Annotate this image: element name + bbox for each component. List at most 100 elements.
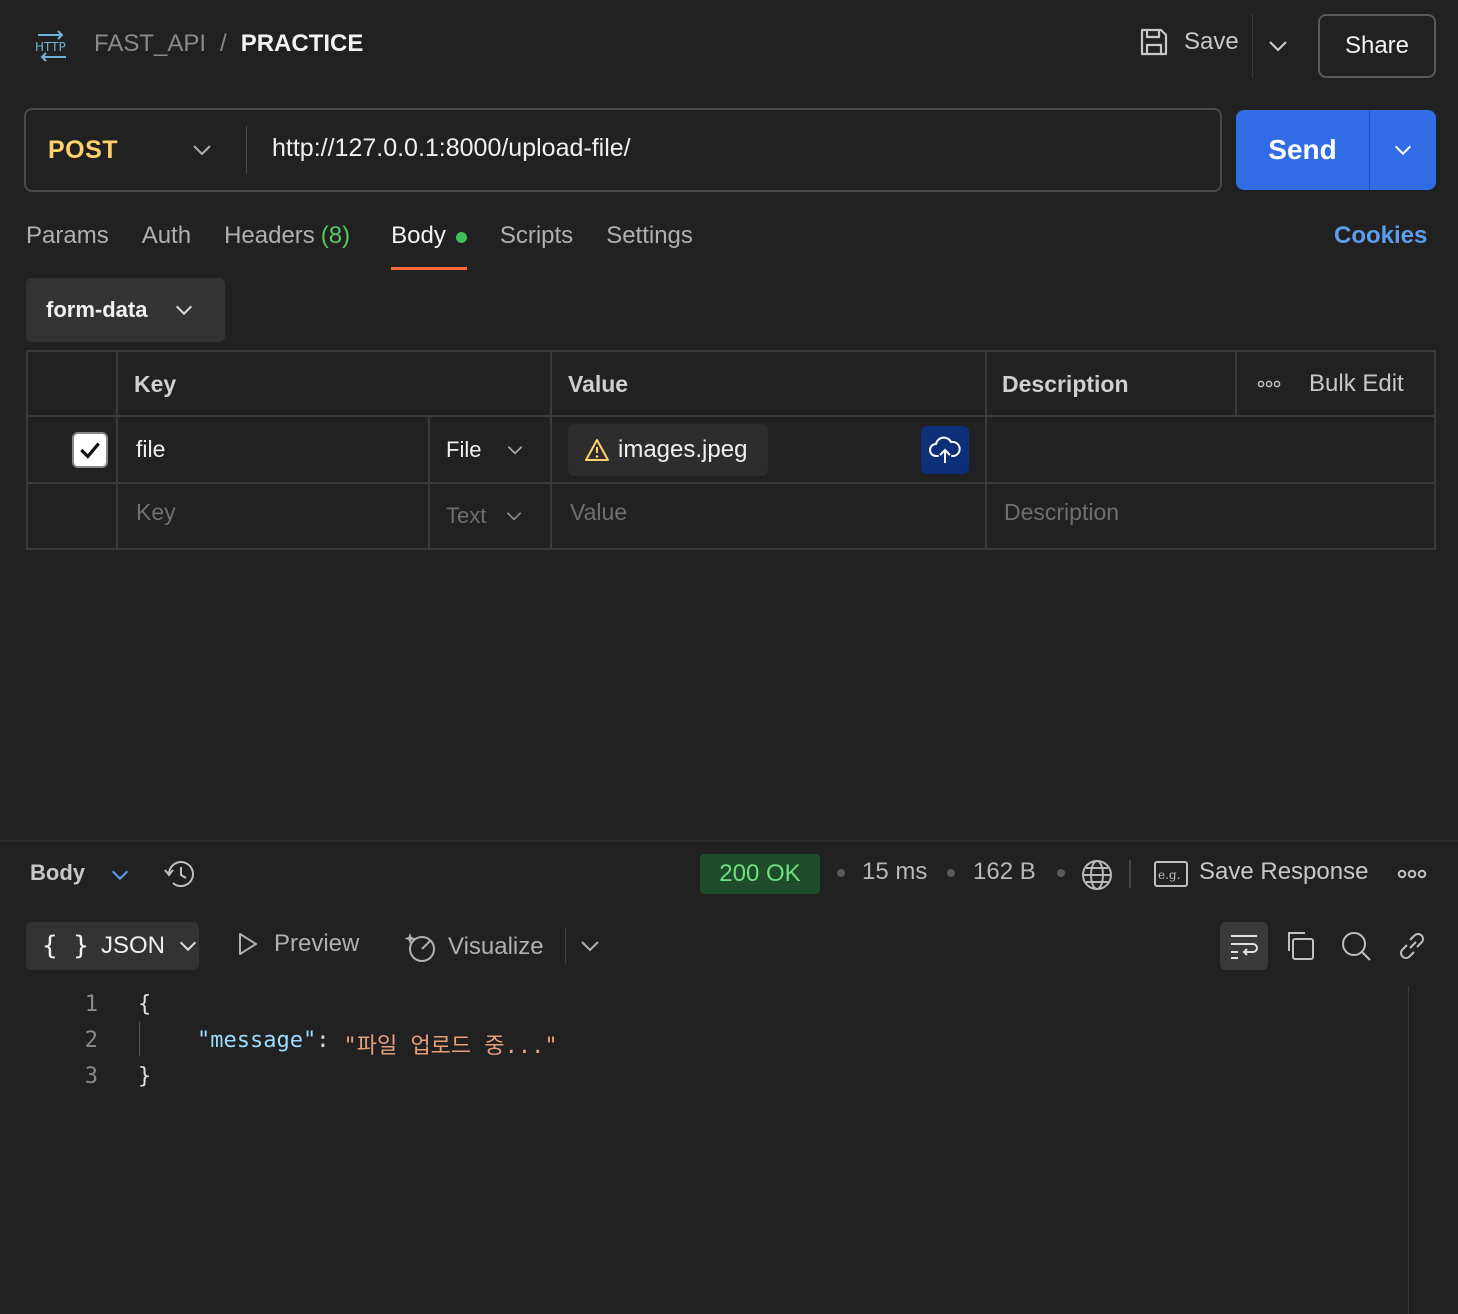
tab-settings[interactable]: Settings — [606, 222, 693, 270]
separator-dot — [947, 869, 955, 877]
body-mode-label: form-data — [46, 297, 148, 322]
tab-label: Body — [391, 222, 446, 249]
tab-scripts[interactable]: Scripts — [500, 222, 573, 270]
method-chevron-down-icon[interactable] — [190, 138, 214, 162]
line-number: 3 — [84, 1064, 98, 1089]
code-line-message: "message" : "파일 업로드 중..." — [197, 1028, 558, 1060]
tab-params[interactable]: Params — [26, 222, 109, 270]
row-type-select[interactable]: File — [446, 437, 525, 463]
tab-body[interactable]: Body — [391, 222, 467, 270]
scrollbar-track[interactable] — [1408, 986, 1409, 1314]
separator-dot — [1057, 869, 1065, 877]
http-icon: HTTP — [34, 30, 70, 62]
chevron-down-icon — [505, 440, 525, 460]
chevron-down-icon — [173, 299, 195, 321]
column-header-value: Value — [568, 371, 629, 397]
table-divider — [1235, 350, 1237, 416]
method-select[interactable]: POST — [48, 136, 118, 165]
table-divider — [26, 482, 1436, 484]
link-icon[interactable] — [1396, 930, 1428, 962]
table-divider — [26, 415, 1436, 417]
save-divider — [1252, 14, 1253, 78]
url-input[interactable]: http://127.0.0.1:8000/upload-file/ — [272, 134, 631, 163]
braces-icon: { } — [42, 931, 89, 961]
breadcrumb-collection[interactable]: FAST_API — [94, 30, 206, 58]
toolbar-divider — [1129, 860, 1131, 888]
tab-label: Settings — [606, 222, 693, 249]
history-icon[interactable] — [163, 858, 197, 890]
response-time[interactable]: 15 ms — [862, 858, 927, 886]
response-section-chevron-down-icon[interactable] — [108, 864, 132, 886]
visualize-button[interactable]: Visualize — [404, 930, 544, 964]
globe-icon[interactable] — [1080, 858, 1114, 892]
tab-label: Headers — [224, 222, 315, 249]
separator-dot — [837, 869, 845, 877]
code-line-open-brace: { — [138, 992, 152, 1017]
toolbar-divider — [565, 928, 566, 964]
more-options-icon[interactable] — [1397, 867, 1427, 881]
send-button-group: Send — [1236, 110, 1436, 190]
save-options-chevron-down-icon[interactable] — [1266, 34, 1290, 58]
response-size[interactable]: 162 B — [973, 858, 1036, 886]
save-button[interactable]: Save — [1138, 26, 1239, 58]
visualize-icon — [404, 930, 438, 964]
save-response-button[interactable]: Save Response — [1199, 858, 1368, 886]
line-number: 2 — [84, 1028, 98, 1053]
tab-auth[interactable]: Auth — [142, 222, 191, 270]
breadcrumb: FAST_API / PRACTICE — [94, 30, 363, 58]
wrap-lines-icon[interactable] — [1220, 922, 1268, 970]
example-icon[interactable]: e.g. — [1154, 861, 1188, 887]
chevron-down-icon — [177, 935, 199, 957]
indent-guide — [139, 1022, 140, 1056]
share-button[interactable]: Share — [1318, 14, 1436, 78]
breadcrumb-request-name[interactable]: PRACTICE — [241, 30, 364, 58]
body-modified-dot — [455, 232, 467, 243]
new-row-value-input[interactable]: Value — [570, 499, 627, 526]
bulk-edit-button[interactable]: Bulk Edit — [1309, 370, 1404, 398]
new-row-key-input[interactable]: Key — [136, 499, 176, 526]
line-number: 1 — [84, 992, 98, 1017]
save-label: Save — [1184, 28, 1239, 55]
table-divider — [428, 416, 430, 550]
tab-label: Auth — [141, 222, 192, 249]
tab-label: Params — [26, 222, 109, 249]
send-options-chevron-down-icon[interactable] — [1370, 110, 1436, 190]
preview-label: Preview — [274, 930, 360, 957]
file-name: images.jpeg — [618, 436, 748, 463]
file-chip[interactable]: images.jpeg — [568, 424, 768, 476]
copy-icon[interactable] — [1284, 930, 1316, 962]
headers-count-badge: (8) — [320, 222, 351, 249]
new-row-type-select[interactable]: Text — [446, 503, 524, 529]
play-icon — [234, 931, 260, 957]
visualize-chevron-down-icon[interactable] — [578, 934, 602, 958]
status-badge[interactable]: 200 OK — [700, 854, 820, 894]
row-enabled-checkbox[interactable] — [72, 432, 108, 468]
table-divider — [550, 350, 552, 550]
request-tabs: Params Auth Headers (8) Body Scripts Sett… — [26, 222, 693, 270]
visualize-label: Visualize — [448, 933, 544, 960]
preview-button[interactable]: Preview — [234, 930, 359, 958]
new-row-description-input[interactable]: Description — [1004, 499, 1119, 526]
more-options-icon[interactable] — [1257, 378, 1281, 390]
cookies-link[interactable]: Cookies — [1334, 222, 1427, 250]
response-format-dropdown[interactable]: { } JSON — [26, 922, 199, 970]
json-string-value: "파일 업로드 중..." — [343, 1034, 558, 1059]
row-type-label: File — [446, 437, 482, 462]
svg-text:HTTP: HTTP — [35, 40, 66, 54]
url-divider — [246, 126, 247, 174]
search-icon[interactable] — [1340, 930, 1372, 962]
save-icon — [1138, 26, 1170, 58]
column-header-description: Description — [1002, 371, 1129, 397]
chevron-down-icon — [504, 506, 524, 526]
upload-cloud-icon[interactable] — [921, 426, 969, 474]
body-mode-dropdown[interactable]: form-data — [26, 278, 225, 342]
send-button[interactable]: Send — [1236, 110, 1370, 190]
row-key-input[interactable]: file — [136, 436, 165, 463]
breadcrumb-separator: / — [220, 30, 227, 57]
response-section-label[interactable]: Body — [30, 860, 85, 886]
json-key: "message" — [197, 1028, 317, 1053]
code-line-close-brace: } — [138, 1064, 152, 1089]
tab-headers[interactable]: Headers (8) — [224, 222, 350, 270]
table-divider — [116, 350, 118, 550]
response-divider[interactable] — [0, 840, 1458, 842]
